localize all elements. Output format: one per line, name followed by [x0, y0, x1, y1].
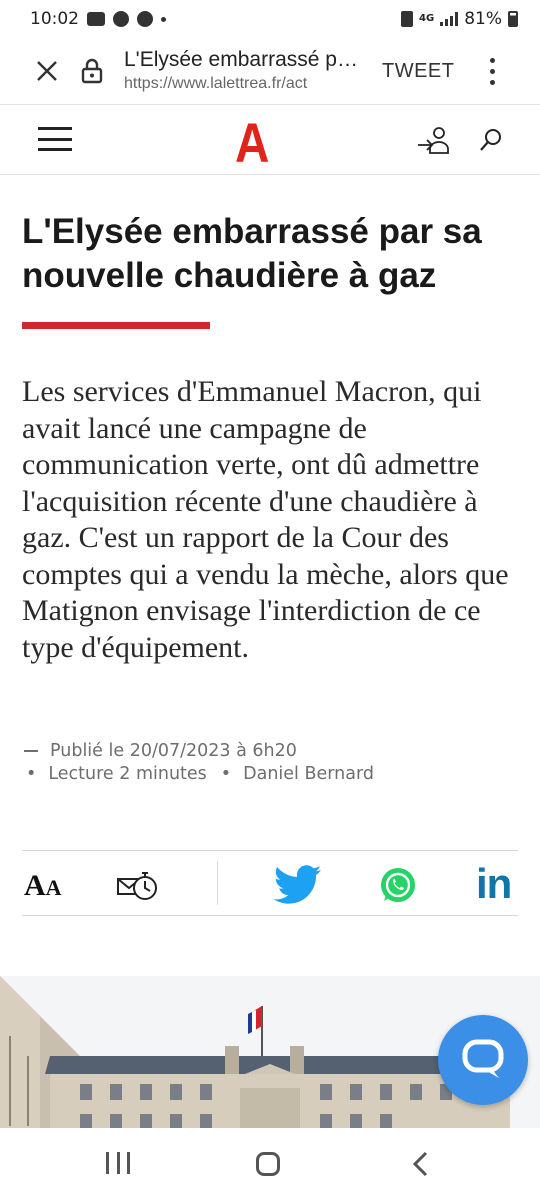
- tab-title: L'Elysée embarrassé par sa nouvelle chau…: [124, 48, 364, 71]
- browser-toolbar: L'Elysée embarrassé par sa nouvelle chau…: [0, 38, 540, 105]
- address-bar[interactable]: L'Elysée embarrassé par sa nouvelle chau…: [124, 47, 364, 95]
- tweet-button[interactable]: TWEET: [382, 60, 455, 83]
- system-nav-bar: [0, 1128, 540, 1200]
- battery-icon: [508, 11, 518, 27]
- more-vert-icon[interactable]: [483, 51, 503, 91]
- network-type: 4G: [419, 13, 435, 24]
- home-icon[interactable]: [256, 1152, 280, 1176]
- send-later-icon[interactable]: [116, 867, 160, 903]
- close-icon[interactable]: [22, 46, 72, 96]
- headline-underline: [22, 322, 210, 329]
- battery-percent: 81%: [464, 9, 502, 29]
- share-bar: AA in: [22, 850, 518, 916]
- url-text: https://www.lalettrea.fr/act: [124, 75, 308, 92]
- reading-time: Lecture 2 minutes: [48, 764, 207, 784]
- site-header: A: [0, 105, 540, 175]
- publish-date: Publié le 20/07/2023 à 6h20: [50, 741, 297, 761]
- search-icon[interactable]: [478, 127, 504, 153]
- chat-icon[interactable]: [438, 1015, 528, 1105]
- more-notifications-icon: [161, 16, 166, 22]
- meta-dash: [24, 750, 38, 752]
- whatsapp-icon[interactable]: [378, 865, 418, 905]
- signal-icon: [440, 12, 459, 26]
- author-name[interactable]: Daniel Bernard: [243, 764, 374, 784]
- alert-notification-icon-2: [137, 11, 153, 27]
- article-lead: Les services d'Emmanuel Macron, qui avai…: [22, 375, 509, 664]
- status-bar: 10:02 4G 81%: [0, 0, 540, 38]
- status-time: 10:02: [30, 9, 79, 29]
- article-meta: Publié le 20/07/2023 à 6h20 • Lecture 2 m…: [24, 741, 374, 784]
- back-icon[interactable]: [410, 1150, 430, 1178]
- lock-icon[interactable]: [72, 46, 112, 96]
- alert-notification-icon: [113, 11, 129, 27]
- twitter-icon[interactable]: [274, 865, 322, 905]
- share-divider: [217, 861, 218, 905]
- data-saver-icon: [401, 11, 414, 27]
- font-size-icon[interactable]: AA: [24, 869, 62, 903]
- youtube-notification-icon: [87, 12, 105, 26]
- menu-icon[interactable]: [38, 127, 72, 151]
- article-headline: L'Elysée embarrassé par sa nouvelle chau…: [22, 212, 482, 295]
- site-logo[interactable]: A: [235, 115, 269, 171]
- linkedin-icon[interactable]: in: [476, 863, 512, 905]
- recents-icon[interactable]: [106, 1152, 130, 1174]
- login-icon[interactable]: [416, 125, 452, 155]
